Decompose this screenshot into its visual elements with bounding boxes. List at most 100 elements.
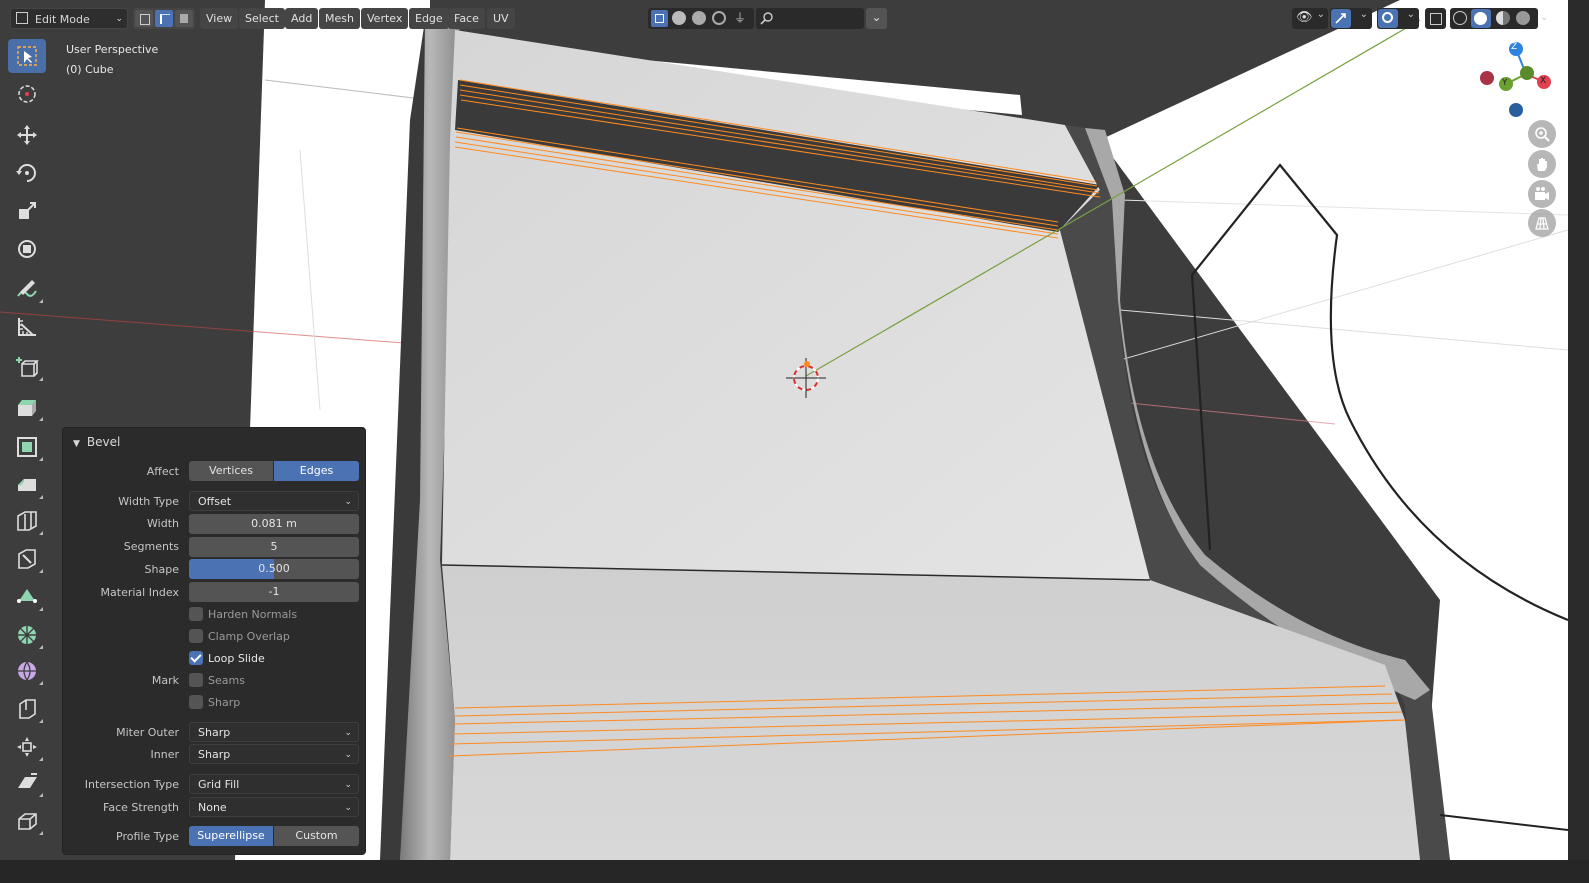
options-dropdown[interactable]: ⌄ <box>866 8 887 29</box>
intersection-type-dropdown[interactable]: Grid Fill ⌄ <box>189 774 359 794</box>
move-icon[interactable] <box>8 118 46 152</box>
navigation-gizmo[interactable]: Z Y X <box>1474 40 1558 124</box>
menu-add[interactable]: Add <box>285 8 319 29</box>
gizmo-axis-y: Y <box>1502 78 1508 88</box>
shading-options[interactable]: ⌄ <box>1540 8 1554 29</box>
loop-slide-checkbox[interactable]: Loop Slide <box>189 651 265 667</box>
knife-icon[interactable] <box>8 542 46 576</box>
edit-mode-icon <box>16 12 28 24</box>
chevron-down-icon[interactable]: ⌄ <box>1407 9 1415 20</box>
menu-edge[interactable]: Edge <box>409 8 449 29</box>
miter-inner-value: Sharp <box>198 748 231 761</box>
smooth-icon[interactable] <box>8 654 46 688</box>
miter-outer-dropdown[interactable]: Sharp ⌄ <box>189 722 359 742</box>
pivot-point-icon[interactable] <box>672 11 686 25</box>
chevron-down-icon: ⌄ <box>344 803 352 813</box>
mode-select[interactable]: Edit Mode ⌄ <box>10 8 128 29</box>
profile-type-toggle: Superellipse Custom <box>189 826 359 846</box>
face-strength-dropdown[interactable]: None ⌄ <box>189 797 359 817</box>
menu-view[interactable]: View <box>200 8 239 29</box>
sidebar-edge[interactable] <box>1568 0 1589 883</box>
face-strength-value: None <box>198 801 227 814</box>
menu-uv[interactable]: UV <box>487 8 515 29</box>
profile-custom-button[interactable]: Custom <box>274 826 359 846</box>
material-index-label: Material Index <box>100 586 179 599</box>
add-cube-icon[interactable] <box>8 350 46 384</box>
rip-region-icon[interactable] <box>8 804 46 838</box>
collapse-triangle-icon[interactable]: ▼ <box>73 439 80 449</box>
affect-label: Affect <box>146 465 179 478</box>
falloff-icon[interactable]: ⏚ <box>734 11 748 25</box>
xray-toggle-icon[interactable] <box>1425 8 1446 29</box>
face-strength-label: Face Strength <box>103 801 179 814</box>
bevel-panel-header[interactable]: ▼ Bevel <box>73 435 120 449</box>
global-orientation-icon[interactable] <box>651 10 668 27</box>
harden-normals-checkbox[interactable]: Harden Normals <box>189 607 297 623</box>
camera-view-icon[interactable] <box>1528 180 1556 208</box>
intersection-type-value: Grid Fill <box>198 778 240 791</box>
rendered-shading-icon[interactable] <box>1516 11 1530 25</box>
search-field[interactable] <box>756 8 864 29</box>
mark-sharp-checkbox[interactable]: Sharp <box>189 695 240 711</box>
vertex-select-icon[interactable] <box>135 10 153 27</box>
shrink-fatten-icon[interactable] <box>8 730 46 764</box>
segments-field[interactable]: 5 <box>189 537 359 557</box>
gizmo-icon[interactable] <box>1331 9 1351 28</box>
menu-face[interactable]: Face <box>448 8 485 29</box>
shape-slider[interactable]: 0.500 <box>189 559 359 579</box>
scale-icon[interactable] <box>8 194 46 228</box>
rotate-icon[interactable] <box>8 156 46 190</box>
3d-viewport[interactable]: Edit Mode ⌄ View Select Add Mesh Vertex … <box>0 0 1568 860</box>
wireframe-shading-icon[interactable] <box>1453 11 1467 25</box>
overlay-icon[interactable] <box>1378 9 1398 28</box>
pan-hand-icon[interactable] <box>1528 150 1556 178</box>
select-box-icon[interactable] <box>8 39 46 73</box>
proportional-edit-icon[interactable] <box>712 11 726 25</box>
gizmo-axis-z: Z <box>1511 42 1518 52</box>
affect-vertices-button[interactable]: Vertices <box>189 461 273 481</box>
mark-seams-label: Seams <box>208 674 245 687</box>
ortho-grid-icon[interactable] <box>1528 209 1556 237</box>
bevel-icon[interactable] <box>8 468 46 502</box>
inset-faces-icon[interactable] <box>8 430 46 464</box>
bevel-operator-panel[interactable]: ▼ Bevel Affect Vertices Edges Width Type … <box>62 427 366 855</box>
profile-type-label: Profile Type <box>116 830 179 843</box>
zoom-icon[interactable] <box>1528 120 1556 148</box>
snap-icon[interactable] <box>692 11 706 25</box>
face-select-icon[interactable] <box>175 10 193 27</box>
mark-seams-checkbox[interactable]: Seams <box>189 673 245 689</box>
width-type-dropdown[interactable]: Offset ⌄ <box>189 491 359 511</box>
clamp-overlap-checkbox[interactable]: Clamp Overlap <box>189 629 290 645</box>
extrude-region-icon[interactable] <box>8 390 46 424</box>
shear-icon[interactable] <box>8 766 46 800</box>
spin-icon[interactable] <box>8 618 46 652</box>
width-field[interactable]: 0.081 m <box>189 514 359 534</box>
poly-build-icon[interactable] <box>8 580 46 614</box>
mark-sharp-label: Sharp <box>208 696 241 709</box>
eye-icon[interactable]: 👁 <box>1296 10 1313 25</box>
menu-select[interactable]: Select <box>239 8 285 29</box>
edge-slide-icon[interactable] <box>8 692 46 726</box>
chevron-down-icon[interactable]: ⌄ <box>1360 9 1368 20</box>
edge-select-icon[interactable] <box>155 10 173 27</box>
menu-vertex[interactable]: Vertex <box>361 8 409 29</box>
transform-icon[interactable] <box>8 232 46 266</box>
checkmark-icon <box>189 651 203 665</box>
chevron-down-icon[interactable]: ⌄ <box>1317 9 1325 20</box>
checkbox-box <box>189 673 203 687</box>
loop-slide-label: Loop Slide <box>208 652 265 665</box>
miter-inner-dropdown[interactable]: Sharp ⌄ <box>189 744 359 764</box>
gizmo-toggle: ⌄ <box>1330 8 1372 29</box>
chevron-down-icon: ⌄ <box>115 14 123 24</box>
measure-icon[interactable] <box>8 310 46 344</box>
menu-mesh[interactable]: Mesh <box>319 8 360 29</box>
toolbar <box>0 36 54 860</box>
cursor-icon[interactable] <box>8 77 46 111</box>
affect-edges-button[interactable]: Edges <box>274 461 359 481</box>
material-shading-icon[interactable] <box>1496 11 1510 25</box>
loop-cut-icon[interactable] <box>8 504 46 538</box>
solid-shading-icon[interactable] <box>1471 9 1491 28</box>
profile-superellipse-button[interactable]: Superellipse <box>189 826 273 846</box>
material-index-field[interactable]: -1 <box>189 582 359 602</box>
annotate-icon[interactable] <box>8 272 46 306</box>
